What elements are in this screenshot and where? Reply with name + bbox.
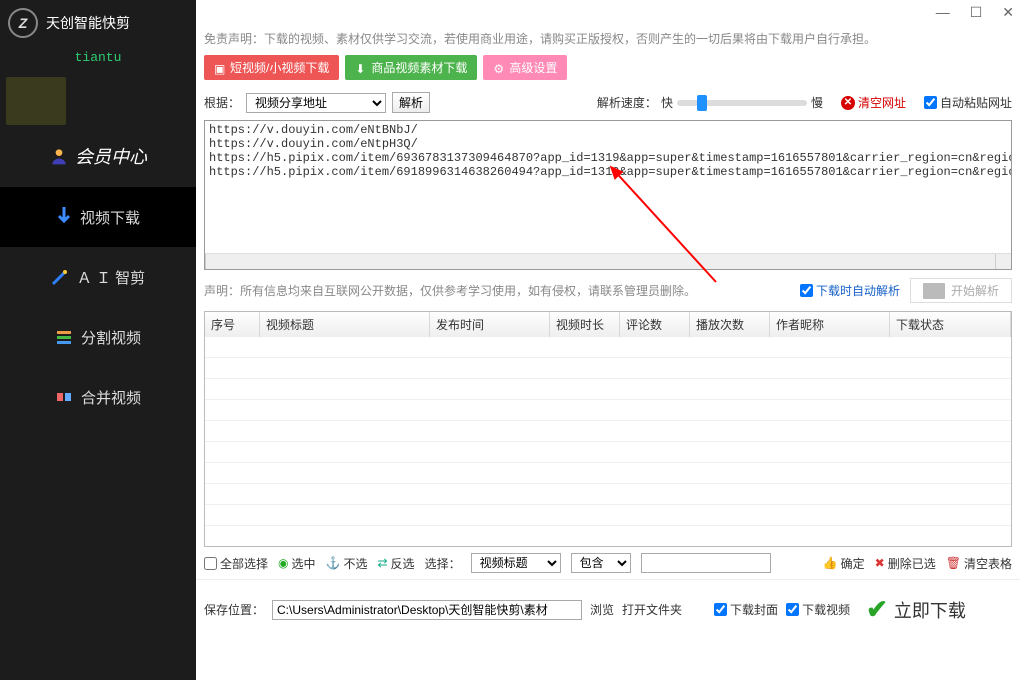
tab-row: ▣短视频/小视频下载 ⬇商品视频素材下载 ⚙高级设置 — [196, 55, 1020, 88]
speed-fast-label: 快 — [661, 94, 673, 111]
table-row[interactable] — [205, 358, 1011, 379]
user-area — [0, 75, 196, 131]
col-status[interactable]: 下载状态 — [890, 312, 1011, 337]
open-folder-button[interactable]: 打开文件夹 — [622, 601, 682, 618]
x-circle-icon: ✕ — [841, 96, 855, 110]
anchor-icon: ⚓ — [326, 556, 341, 570]
uncheck-button[interactable]: ⚓不选 — [326, 555, 368, 572]
autoparse-checkbox[interactable]: 下载时自动解析 — [800, 282, 900, 299]
delete-icon: ✖ — [875, 556, 885, 570]
results-table: 序号 视频标题 发布时间 视频时长 评论数 播放次数 作者昵称 下载状态 — [204, 311, 1012, 547]
app-header: Z 天创智能快剪 — [0, 0, 196, 48]
nav-ai-edit[interactable]: Ａ Ｉ 智剪 — [0, 247, 196, 307]
table-header: 序号 视频标题 发布时间 视频时长 评论数 播放次数 作者昵称 下载状态 — [205, 312, 1011, 337]
thumbnail-icon — [923, 283, 945, 299]
save-path-input[interactable] — [272, 600, 582, 620]
swap-icon: ⇄ — [377, 556, 387, 570]
nav-merge-video[interactable]: 合并视频 — [0, 367, 196, 427]
clear-table-button[interactable]: 🗑清空表格 — [946, 555, 1012, 572]
autopaste-checkbox[interactable]: 自动粘贴网址 — [924, 94, 1012, 111]
invert-button[interactable]: ⇄反选 — [377, 555, 414, 572]
nav-split-video[interactable]: 分割视频 — [0, 307, 196, 367]
table-row[interactable] — [205, 484, 1011, 505]
gear-icon: ⚙ — [493, 62, 505, 74]
col-plays[interactable]: 播放次数 — [690, 312, 770, 337]
wand-icon — [51, 268, 69, 286]
browse-button[interactable]: 浏览 — [590, 601, 614, 618]
person-icon — [49, 146, 69, 166]
col-pubtime[interactable]: 发布时间 — [430, 312, 550, 337]
app-logo-icon: Z — [8, 8, 38, 38]
app-title: 天创智能快剪 — [46, 13, 130, 33]
url-input-box: https://v.douyin.com/eNtBNbJ/ https://v.… — [204, 120, 1012, 270]
download-icon: ⬇ — [355, 62, 367, 74]
parse-button[interactable]: 解析 — [392, 92, 430, 113]
table-body — [205, 337, 1011, 547]
speed-slider[interactable] — [677, 100, 807, 106]
table-row[interactable] — [205, 463, 1011, 484]
close-button[interactable]: ✕ — [1002, 4, 1014, 21]
filter-op-select[interactable]: 包含 — [571, 553, 631, 573]
tab-short-video[interactable]: ▣短视频/小视频下载 — [204, 55, 339, 80]
table-row[interactable] — [205, 400, 1011, 421]
horizontal-scrollbar[interactable] — [205, 253, 1011, 269]
thumbs-up-icon: 👍 — [823, 556, 838, 570]
layers-icon — [55, 328, 73, 346]
source-select[interactable]: 视频分享地址 — [246, 93, 386, 113]
disclaimer-text: 免责声明：下载的视频、素材仅供学习交流，若使用商业用途，请购买正版授权，否则产生… — [196, 24, 1020, 55]
filter-value-input[interactable] — [641, 553, 771, 573]
col-comments[interactable]: 评论数 — [620, 312, 690, 337]
table-row[interactable] — [205, 421, 1011, 442]
download-cover-checkbox[interactable]: 下载封面 — [714, 601, 778, 618]
tab-advanced[interactable]: ⚙高级设置 — [483, 55, 567, 80]
col-title[interactable]: 视频标题 — [260, 312, 430, 337]
member-center-link[interactable]: 会员中心 — [0, 131, 196, 187]
save-label: 保存位置： — [204, 601, 264, 618]
speed-label: 解析速度： — [597, 94, 657, 111]
tab-product-video[interactable]: ⬇商品视频素材下载 — [345, 55, 477, 80]
merge-icon — [55, 388, 73, 406]
start-parse-button[interactable]: 开始解析 — [910, 278, 1012, 303]
slider-thumb-icon[interactable] — [697, 95, 707, 111]
avatar — [6, 77, 66, 125]
source-label: 根据： — [204, 94, 240, 111]
table-row[interactable] — [205, 442, 1011, 463]
download-video-checkbox[interactable]: 下载视频 — [786, 601, 850, 618]
table-row[interactable] — [205, 337, 1011, 358]
checkmark-icon: ✔ — [866, 594, 888, 625]
col-duration[interactable]: 视频时长 — [550, 312, 620, 337]
select-all-checkbox[interactable]: 全部选择 — [204, 555, 268, 572]
table-row[interactable] — [205, 526, 1011, 547]
select-label: 选择： — [425, 555, 461, 572]
clear-urls-button[interactable]: ✕清空网址 — [841, 94, 906, 111]
nav-video-download[interactable]: 视频下载 — [0, 187, 196, 247]
app-subtitle: tiantu — [0, 48, 196, 75]
notice-text: 声明：所有信息均来自互联网公开数据，仅供参考学习使用，如有侵权，请联系管理员删除… — [204, 282, 696, 299]
film-icon: ▣ — [214, 62, 226, 74]
col-index[interactable]: 序号 — [205, 312, 260, 337]
speed-slow-label: 慢 — [811, 94, 823, 111]
trash-icon: 🗑 — [946, 556, 961, 570]
table-row[interactable] — [205, 505, 1011, 526]
download-now-button[interactable]: ✔立即下载 — [858, 590, 974, 629]
scrollbar-left-icon[interactable] — [205, 254, 221, 269]
maximize-button[interactable]: ☐ — [970, 4, 983, 21]
check-button[interactable]: ◉选中 — [278, 555, 316, 572]
minimize-button[interactable]: — — [936, 4, 950, 20]
filter-field-select[interactable]: 视频标题 — [471, 553, 561, 573]
window-controls: — ☐ ✕ — [196, 0, 1020, 24]
delete-selected-button[interactable]: ✖删除已选 — [875, 555, 936, 572]
col-author[interactable]: 作者昵称 — [770, 312, 890, 337]
table-row[interactable] — [205, 379, 1011, 400]
main-panel: — ☐ ✕ 免责声明：下载的视频、素材仅供学习交流，若使用商业用途，请购买正版授… — [196, 0, 1020, 680]
sidebar: Z 天创智能快剪 tiantu 会员中心 视频下载 Ａ Ｉ 智剪 分割视频 合并… — [0, 0, 196, 680]
check-circle-icon: ◉ — [278, 556, 288, 570]
url-textarea[interactable]: https://v.douyin.com/eNtBNbJ/ https://v.… — [205, 121, 1011, 253]
download-arrow-icon — [56, 207, 72, 227]
confirm-button[interactable]: 👍确定 — [823, 555, 865, 572]
scrollbar-right-icon[interactable] — [995, 254, 1011, 269]
